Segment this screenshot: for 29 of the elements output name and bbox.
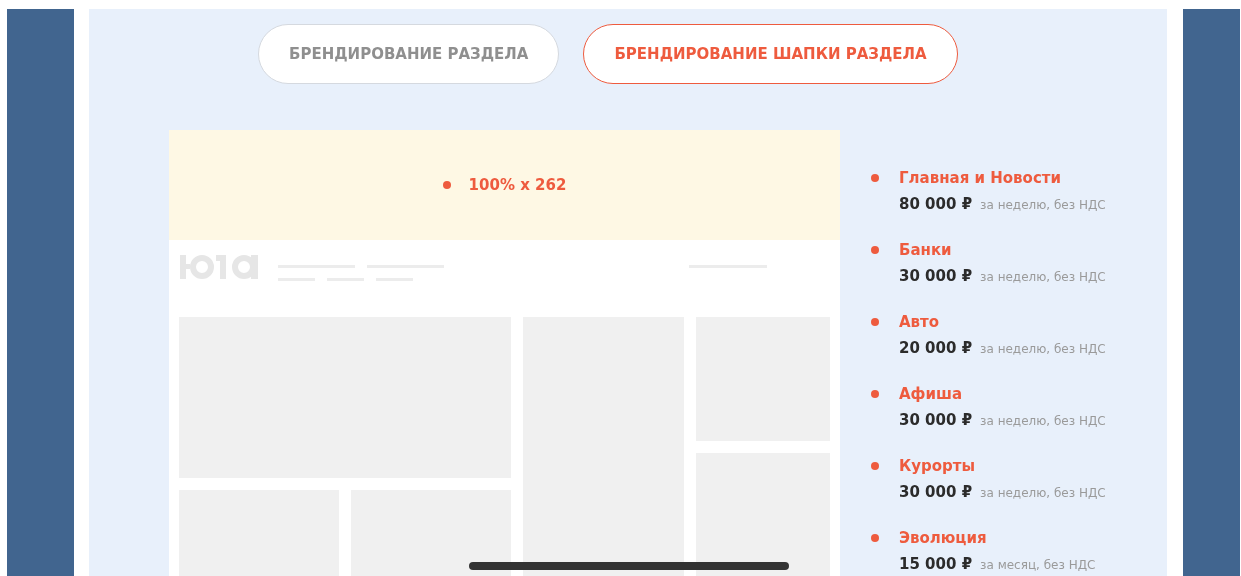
banner-size: 100% x 262 [468, 174, 567, 196]
bullet-icon [871, 246, 879, 254]
price-terms: за неделю, без НДС [980, 485, 1106, 502]
section-name: Эволюция [899, 528, 987, 548]
price-terms: за месяц, без НДС [980, 557, 1096, 574]
price: 80 000 ₽ [899, 194, 973, 214]
price: 30 000 ₽ [899, 266, 973, 286]
bullet-icon [871, 462, 879, 470]
bullet-icon [871, 390, 879, 398]
bullet-icon [442, 181, 451, 189]
price-terms: за неделю, без НДС [980, 341, 1106, 358]
section-name: Банки [899, 240, 952, 260]
bullet-icon [871, 174, 879, 182]
price-terms: за неделю, без НДС [980, 413, 1106, 430]
bullet-icon [871, 534, 879, 542]
price: 20 000 ₽ [899, 338, 973, 358]
price: 30 000 ₽ [899, 410, 973, 430]
section-name: Главная и Новости [899, 168, 1061, 188]
price: 30 000 ₽ [899, 482, 973, 502]
section-name: Афиша [899, 384, 963, 404]
section-name: Авто [899, 312, 940, 332]
tab[interactable]: БРЕНДИРОВАНИЕ РАЗДЕЛА [258, 24, 560, 84]
tab[interactable]: БРЕНДИРОВАНИЕ ШАПКИ РАЗДЕЛА [583, 24, 958, 84]
price: 15 000 ₽ [899, 554, 973, 574]
site-logo-icon [180, 254, 258, 280]
price-terms: за неделю, без НДС [980, 269, 1106, 286]
price-terms: за неделю, без НДС [980, 197, 1106, 214]
section-name: Курорты [899, 456, 976, 476]
bullet-icon [871, 318, 879, 326]
